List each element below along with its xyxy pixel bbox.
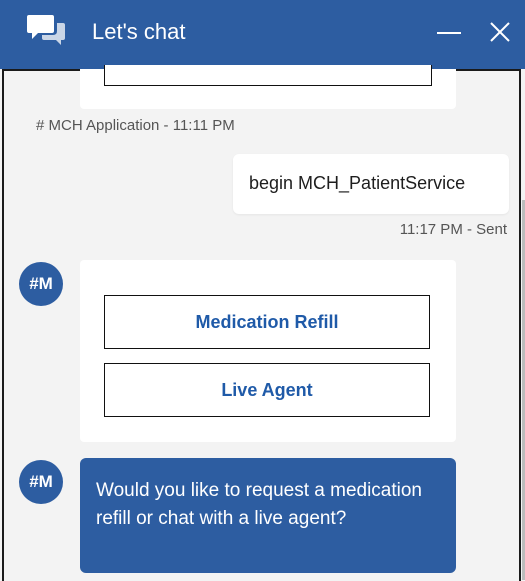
title-bar: Let's chat [0,0,525,69]
previous-card [80,65,456,109]
chat-bubbles-icon [27,15,65,45]
bot-message-bubble: Would you like to request a medication r… [80,458,456,573]
minimize-icon[interactable] [434,18,464,48]
user-message-bubble: begin MCH_PatientService [233,154,509,214]
medication-refill-button[interactable]: Medication Refill [104,295,430,349]
options-card: Medication Refill Live Agent [80,260,456,442]
window-title: Let's chat [92,19,186,44]
bot-avatar: #M [19,460,63,504]
close-icon[interactable] [485,17,515,47]
bot-message-timestamp: # MCH Application - 11:11 PM [36,117,235,134]
bot-avatar: #M [19,262,63,306]
live-agent-button[interactable]: Live Agent [104,363,430,417]
chat-window: Let's chat # MCH Application - 11:11 PM … [0,0,525,581]
previous-card-button[interactable] [104,65,432,86]
user-message-text: begin MCH_PatientService [249,173,466,193]
user-message-timestamp: 11:17 PM - Sent [399,221,507,238]
bot-message-text: Would you like to request a medication r… [96,480,422,529]
